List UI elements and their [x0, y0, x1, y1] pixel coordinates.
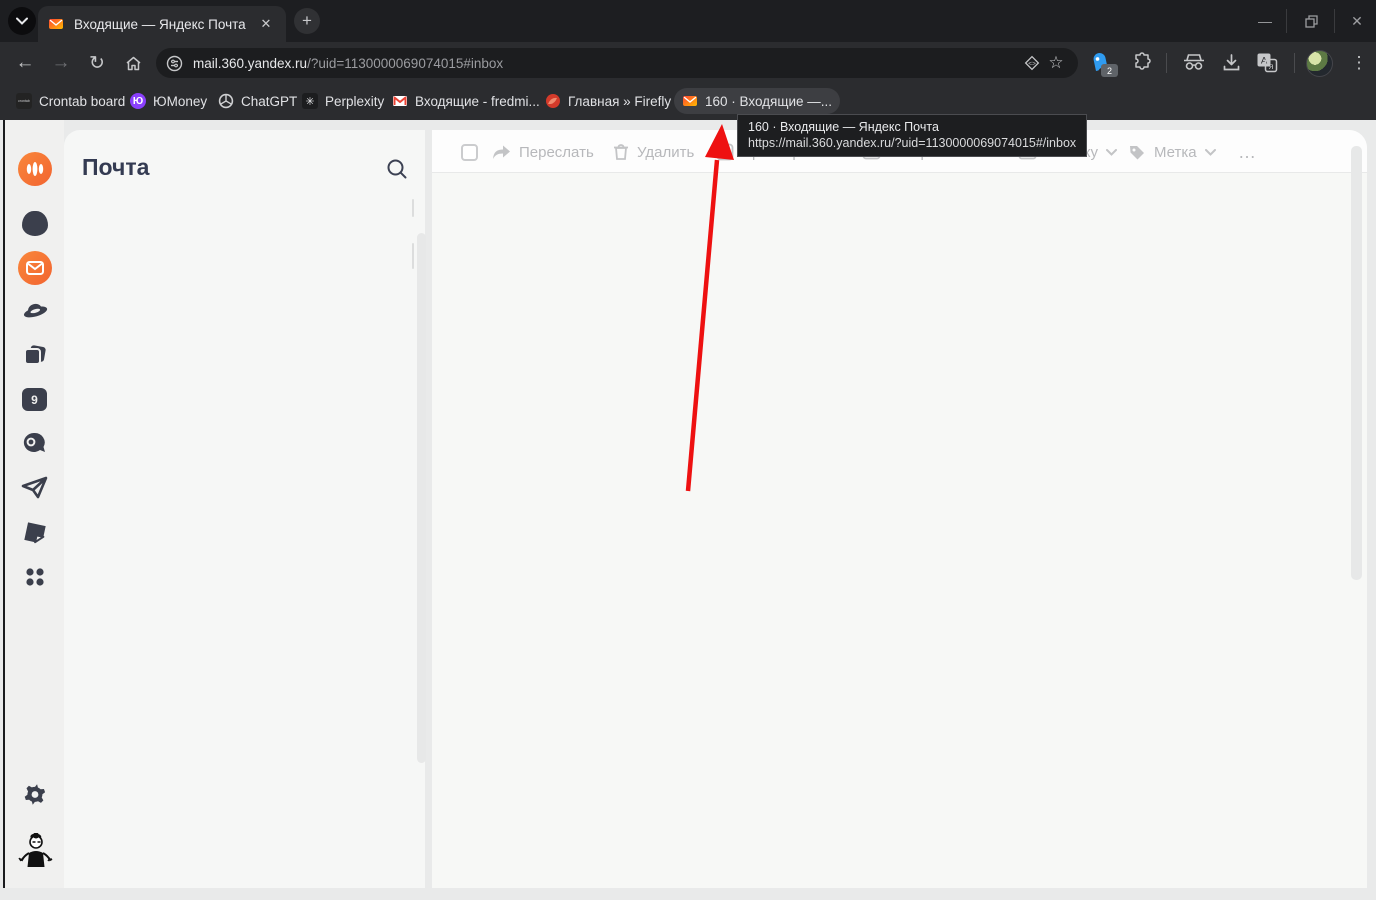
panel-scroll-mark — [412, 243, 414, 269]
label-button[interactable]: Метка — [1128, 141, 1216, 163]
chatgpt-favicon — [218, 93, 234, 109]
settings-gear-icon[interactable] — [5, 780, 64, 808]
bookmark-yandex-inbox[interactable]: 160 · Входящие —... — [674, 88, 840, 114]
window-restore-button[interactable] — [1290, 0, 1332, 42]
home-button[interactable] — [120, 50, 146, 76]
incognito-extension-icon[interactable] — [1182, 53, 1206, 76]
window-separator — [1286, 9, 1287, 33]
mail-service-icon-active[interactable] — [5, 251, 64, 285]
profile-avatar[interactable] — [1306, 50, 1333, 77]
active-tab[interactable]: Входящие — Яндекс Почта ✕ — [38, 6, 286, 42]
calendar-icon[interactable]: 9 — [5, 388, 64, 411]
downloads-icon[interactable] — [1221, 52, 1242, 78]
bookmark-crontab-board[interactable]: crontab Crontab board — [8, 88, 133, 114]
content-scrollbar[interactable] — [1351, 146, 1362, 580]
url-path: /?uid=1130000069074015#inbox — [307, 56, 503, 71]
tooltip-title: 160 · Входящие — Яндекс Почта — [748, 120, 1076, 134]
toolbar-separator — [1166, 53, 1167, 73]
search-icon[interactable] — [386, 158, 408, 185]
telemost-plane-icon[interactable] — [5, 476, 64, 500]
code-diamond-icon[interactable]: <> — [1020, 51, 1044, 75]
home-icon — [125, 55, 142, 72]
disk-saucer-icon[interactable] — [5, 298, 64, 322]
tag-icon — [1128, 144, 1146, 161]
browser-menu-icon[interactable]: ⋮ — [1346, 50, 1372, 76]
extensions-puzzle-icon[interactable] — [1132, 52, 1153, 78]
toolbar-separator — [1294, 53, 1295, 73]
documents-icon[interactable] — [5, 343, 64, 369]
svg-text:A: A — [1261, 56, 1268, 67]
bookmark-perplexity[interactable]: ✳ Perplexity — [294, 88, 392, 114]
svg-text:я: я — [1269, 61, 1274, 71]
restore-icon — [1305, 15, 1318, 28]
site-settings-icon[interactable] — [166, 55, 183, 72]
panel-scrollbar[interactable] — [417, 233, 426, 763]
forward-arrow-icon — [492, 144, 511, 161]
yandex360-logo[interactable] — [5, 152, 64, 186]
yandex-mail-favicon — [682, 93, 698, 109]
svg-text:<>: <> — [1028, 61, 1036, 68]
message-list-area — [432, 130, 1367, 888]
tab-title: Входящие — Яндекс Почта — [74, 17, 256, 32]
tooltip-url: https://mail.360.yandex.ru/?uid=11300000… — [748, 136, 1076, 150]
firefly-favicon — [545, 93, 561, 109]
delete-button[interactable]: Удалить — [613, 141, 694, 163]
url-text[interactable]: mail.360.yandex.ru/?uid=1130000069074015… — [193, 56, 1020, 71]
tab-search-button[interactable] — [8, 7, 36, 35]
back-button[interactable]: ← — [12, 50, 38, 76]
bookmark-star-icon[interactable]: ☆ — [1044, 51, 1068, 75]
mail-folders-panel — [64, 130, 425, 888]
tab-close-icon[interactable]: ✕ — [256, 14, 276, 34]
panel-title: Почта — [82, 154, 149, 181]
forward-button[interactable]: → — [48, 50, 74, 76]
notes-icon[interactable] — [5, 520, 64, 546]
address-bar[interactable]: mail.360.yandex.ru/?uid=1130000069074015… — [156, 48, 1078, 78]
bookmark-chatgpt[interactable]: ChatGPT — [210, 88, 305, 114]
all-services-grid-icon[interactable] — [5, 565, 64, 589]
alice-blob-icon[interactable] — [5, 211, 64, 236]
bookmark-tooltip: 160 · Входящие — Яндекс Почта https://ma… — [737, 114, 1087, 157]
more-actions-button[interactable]: … — [1238, 141, 1258, 163]
window-close-button[interactable]: ✕ — [1338, 0, 1376, 42]
bookmark-yumoney[interactable]: Ю ЮMoney — [122, 88, 215, 114]
url-domain: mail.360.yandex.ru — [193, 56, 307, 71]
window-minimize-button[interactable]: — — [1244, 0, 1286, 42]
trash-icon — [613, 143, 629, 161]
yandex-mail-favicon — [48, 16, 64, 32]
chevron-down-icon — [16, 17, 28, 25]
new-tab-button[interactable]: + — [294, 8, 320, 34]
gmail-favicon — [392, 93, 408, 109]
panel-scroll-mark — [412, 199, 414, 217]
chevron-down-icon — [1205, 149, 1216, 156]
select-all-checkbox[interactable] — [461, 144, 478, 161]
perplexity-favicon: ✳ — [302, 93, 318, 109]
forward-button[interactable]: Переслать — [492, 141, 594, 163]
chevron-down-icon — [1106, 149, 1117, 156]
window-separator — [1334, 9, 1335, 33]
calendar-day: 9 — [31, 393, 38, 407]
yumoney-favicon: Ю — [130, 93, 146, 109]
archive-icon — [716, 143, 734, 161]
extension-badge: 2 — [1101, 64, 1118, 77]
crontab-favicon: crontab — [16, 93, 32, 109]
user-avatar-shrug[interactable] — [5, 833, 64, 871]
bookmark-gmail-inbox[interactable]: Входящие - fredmi... — [384, 88, 548, 114]
messenger-icon[interactable] — [5, 431, 64, 455]
translate-icon[interactable]: Aя — [1256, 52, 1278, 78]
bookmark-firefly[interactable]: Главная » Firefly III — [537, 88, 694, 114]
reload-button[interactable]: ↻ — [84, 50, 110, 76]
